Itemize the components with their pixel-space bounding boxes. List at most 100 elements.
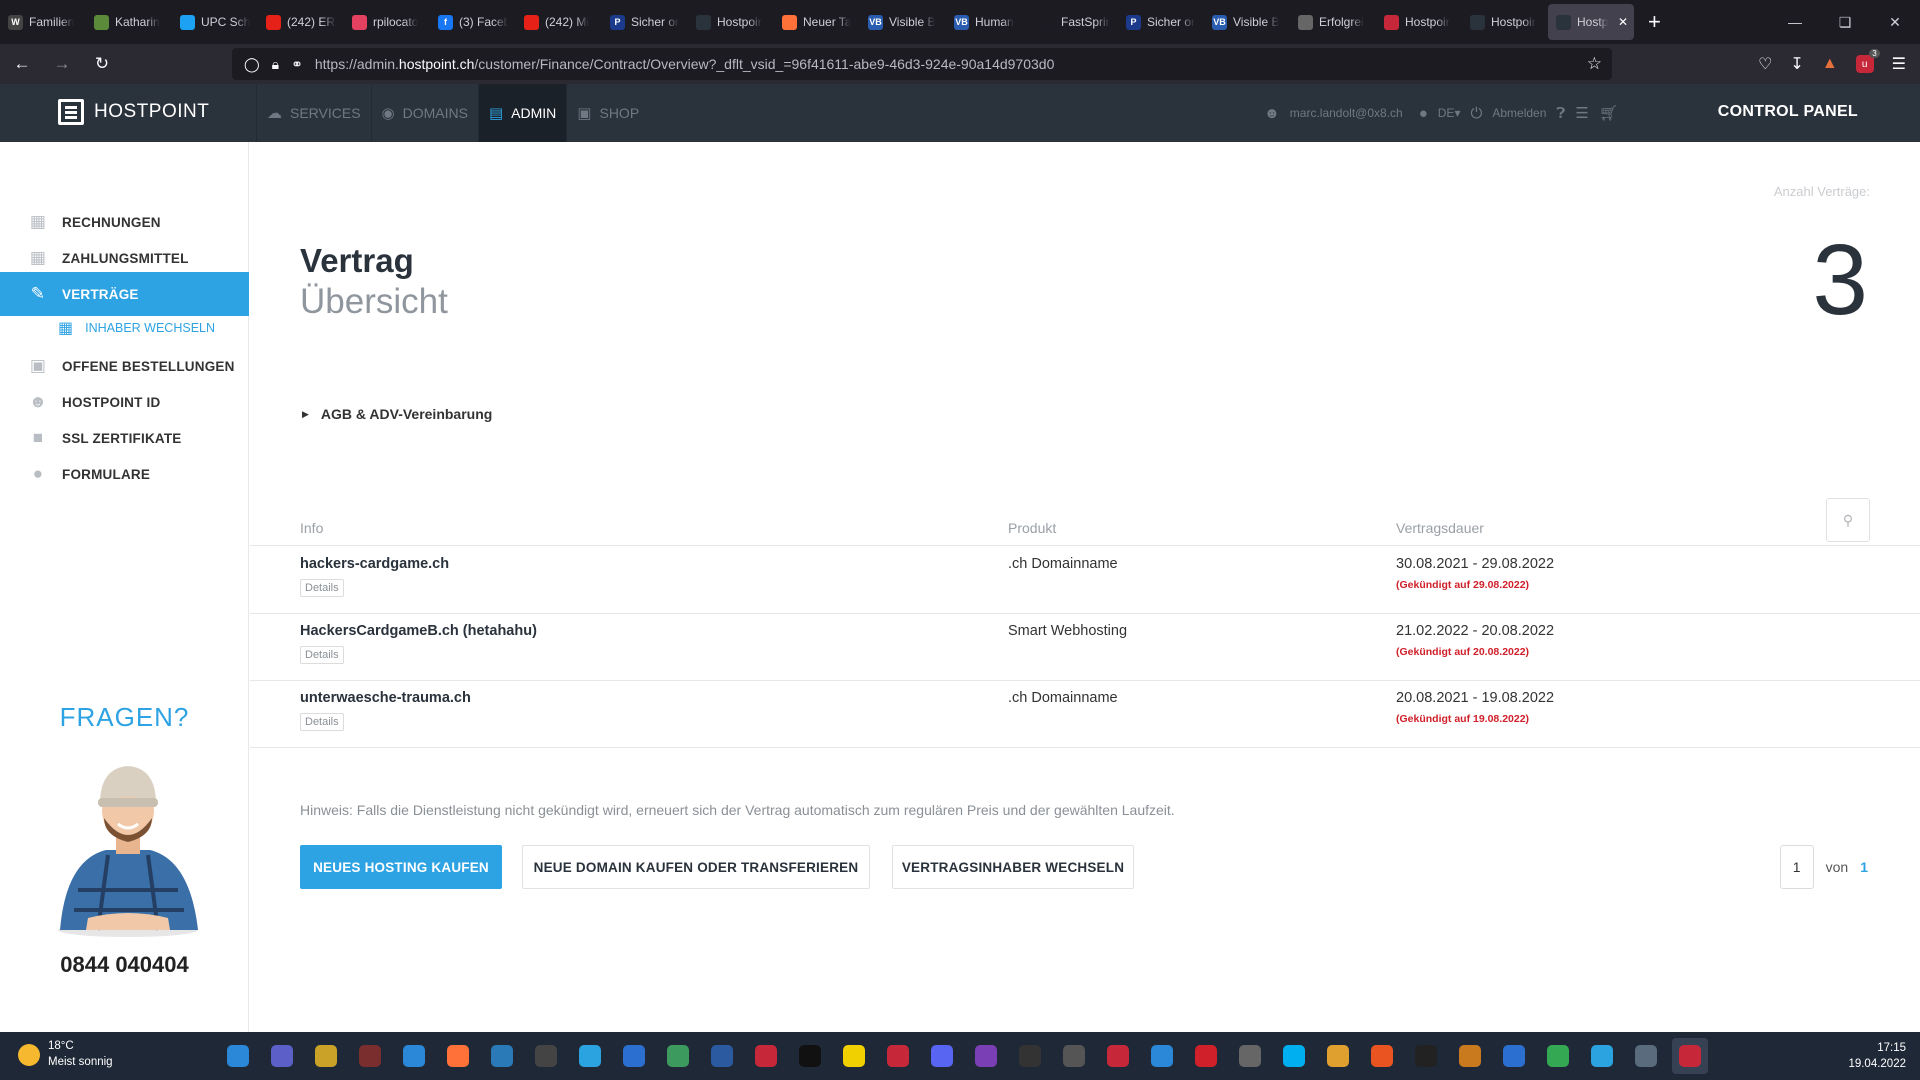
nav-shop[interactable]: ▣ SHOP (566, 84, 649, 142)
browser-tab[interactable]: P Sicher or (1118, 4, 1204, 40)
details-button[interactable]: Details (300, 579, 344, 597)
logout-link[interactable]: Abmelden (1492, 106, 1546, 120)
taskbar-app-icon[interactable] (1672, 1038, 1708, 1074)
column-product[interactable]: Produkt (1008, 520, 1056, 536)
browser-tab[interactable]: Neuer Ta (774, 4, 860, 40)
close-tab-icon[interactable]: ✕ (1618, 15, 1628, 29)
taskbar-app-icon[interactable] (1012, 1038, 1048, 1074)
browser-tab[interactable]: Katharin (86, 4, 172, 40)
pager-total[interactable]: 1 (1860, 859, 1868, 875)
taskbar-app-icon[interactable] (836, 1038, 872, 1074)
clock[interactable]: 17:15 19.04.2022 (1848, 1040, 1906, 1072)
taskbar-app-icon[interactable] (1540, 1038, 1576, 1074)
url-bar[interactable]: ◯ 🔒︎ ⚭ https://admin.hostpoint.ch/custom… (232, 48, 1612, 80)
browser-tab[interactable]: rpilocato (344, 4, 430, 40)
download-icon[interactable]: ↧ (1790, 54, 1803, 74)
taskbar-app-icon[interactable] (1628, 1038, 1664, 1074)
power-icon[interactable]: ⏻ (1470, 105, 1482, 122)
page-input[interactable]: 1 (1779, 845, 1814, 889)
menu-icon[interactable]: ☰ (1892, 54, 1906, 74)
taskbar-app-icon[interactable] (264, 1038, 300, 1074)
agb-toggle[interactable]: ▶ AGB & ADV-Vereinbarung (302, 406, 492, 422)
taskbar-app-icon[interactable] (1584, 1038, 1620, 1074)
ublock-icon[interactable]: u3 (1855, 49, 1880, 73)
nav-domains[interactable]: ◉ DOMAINS (370, 84, 478, 142)
taskbar-app-icon[interactable] (528, 1038, 564, 1074)
taskbar-app-icon[interactable] (616, 1038, 652, 1074)
browser-tab[interactable]: (242) ERA (258, 4, 344, 40)
help-icon[interactable]: ❓︎ (1556, 105, 1565, 122)
taskbar-app-icon[interactable] (440, 1038, 476, 1074)
language-select[interactable]: DE▾ (1438, 106, 1461, 120)
sidebar-item-inhaber-wechseln[interactable]: ▦ INHABER WECHSELN (0, 308, 249, 348)
column-info[interactable]: Info (300, 520, 323, 536)
browser-tab[interactable]: Hostpoir (1462, 4, 1548, 40)
taskbar-app-icon[interactable] (352, 1038, 388, 1074)
browser-tab[interactable]: W Familien (0, 4, 86, 40)
taskbar-app-icon[interactable] (968, 1038, 1004, 1074)
taskbar-app-icon[interactable] (792, 1038, 828, 1074)
close-window-icon[interactable]: ✕ (1870, 0, 1920, 44)
lock-icon[interactable]: 🔒︎ (272, 56, 279, 73)
browser-tab[interactable]: f (3) Faceb (430, 4, 516, 40)
taskbar-app-icon[interactable] (1144, 1038, 1180, 1074)
cart-icon[interactable]: 🛒︎ (1599, 104, 1618, 122)
browser-tab[interactable]: Erfolgrei (1290, 4, 1376, 40)
minimize-icon[interactable]: — (1770, 0, 1820, 44)
taskbar-app-icon[interactable] (1276, 1038, 1312, 1074)
key-icon[interactable]: ⚭ (291, 56, 303, 73)
taskbar-app-icon[interactable] (748, 1038, 784, 1074)
new-tab-icon[interactable]: + (1648, 9, 1661, 35)
reload-icon[interactable]: ↻ (84, 48, 120, 80)
taskbar-app-icon[interactable] (396, 1038, 432, 1074)
nav-admin[interactable]: ▤ ADMIN (477, 84, 567, 142)
url-text[interactable]: https://admin.hostpoint.ch/customer/Fina… (315, 56, 1055, 72)
taskbar-app-icon[interactable] (660, 1038, 696, 1074)
taskbar-app-icon[interactable] (1496, 1038, 1532, 1074)
back-icon[interactable]: ← (4, 48, 40, 80)
extension-icon[interactable]: ▲ (1822, 55, 1838, 73)
taskbar-app-icon[interactable] (1408, 1038, 1444, 1074)
list-icon[interactable]: ☰ (1575, 104, 1588, 122)
taskbar-app-icon[interactable] (924, 1038, 960, 1074)
taskbar-app-icon[interactable] (1364, 1038, 1400, 1074)
sidebar-item-formulare[interactable]: ● FORMULARE (0, 452, 249, 496)
browser-tab[interactable]: Hostpoir (688, 4, 774, 40)
table-search-button[interactable]: ⚲ (1826, 498, 1870, 542)
taskbar-app-icon[interactable] (1452, 1038, 1488, 1074)
taskbar-app-icon[interactable] (1056, 1038, 1092, 1074)
browser-tab[interactable]: Hostpoir (1376, 4, 1462, 40)
restore-icon[interactable]: ❏ (1820, 0, 1870, 44)
taskbar-app-icon[interactable] (1320, 1038, 1356, 1074)
user-email[interactable]: marc.landolt@0x8.ch (1290, 106, 1403, 120)
browser-tab[interactable]: VB Human (946, 4, 1032, 40)
browser-tab[interactable]: UPC Sch (172, 4, 258, 40)
browser-tab[interactable]: VB Visible B (1204, 4, 1290, 40)
buy-domain-button[interactable]: NEUE DOMAIN KAUFEN ODER TRANSFERIEREN (522, 845, 870, 889)
change-owner-button[interactable]: VERTRAGSINHABER WECHSELN (892, 845, 1134, 889)
taskbar-app-icon[interactable] (220, 1038, 256, 1074)
pocket-icon[interactable]: ♡ (1758, 54, 1772, 74)
hostpoint-logo[interactable]: HOSTPOINT (58, 99, 209, 125)
buy-hosting-button[interactable]: NEUES HOSTING KAUFEN (300, 845, 502, 889)
taskbar-app-icon[interactable] (484, 1038, 520, 1074)
browser-tab[interactable]: Hostp ✕ (1548, 4, 1634, 40)
taskbar-app-icon[interactable] (308, 1038, 344, 1074)
browser-tab[interactable]: (242) Mi (516, 4, 602, 40)
nav-services[interactable]: ☁ SERVICES (256, 84, 371, 142)
chat-icon[interactable]: ● (1419, 105, 1428, 122)
taskbar-app-icon[interactable] (1100, 1038, 1136, 1074)
taskbar-app-icon[interactable] (572, 1038, 608, 1074)
details-button[interactable]: Details (300, 713, 344, 731)
bookmark-star-icon[interactable]: ☆ (1587, 54, 1602, 74)
browser-tab[interactable]: VB Visible B (860, 4, 946, 40)
forward-icon[interactable]: → (44, 48, 80, 80)
taskbar-app-icon[interactable] (880, 1038, 916, 1074)
column-duration[interactable]: Vertragsdauer (1396, 520, 1484, 536)
taskbar-app-icon[interactable] (1188, 1038, 1224, 1074)
taskbar-app-icon[interactable] (1232, 1038, 1268, 1074)
shield-icon[interactable]: ◯ (244, 56, 260, 73)
weather-widget[interactable]: 18°C Meist sonnig (18, 1039, 113, 1070)
browser-tab[interactable]: FastSpring C (1032, 4, 1118, 40)
support-phone[interactable]: 0844 040404 (0, 952, 249, 978)
